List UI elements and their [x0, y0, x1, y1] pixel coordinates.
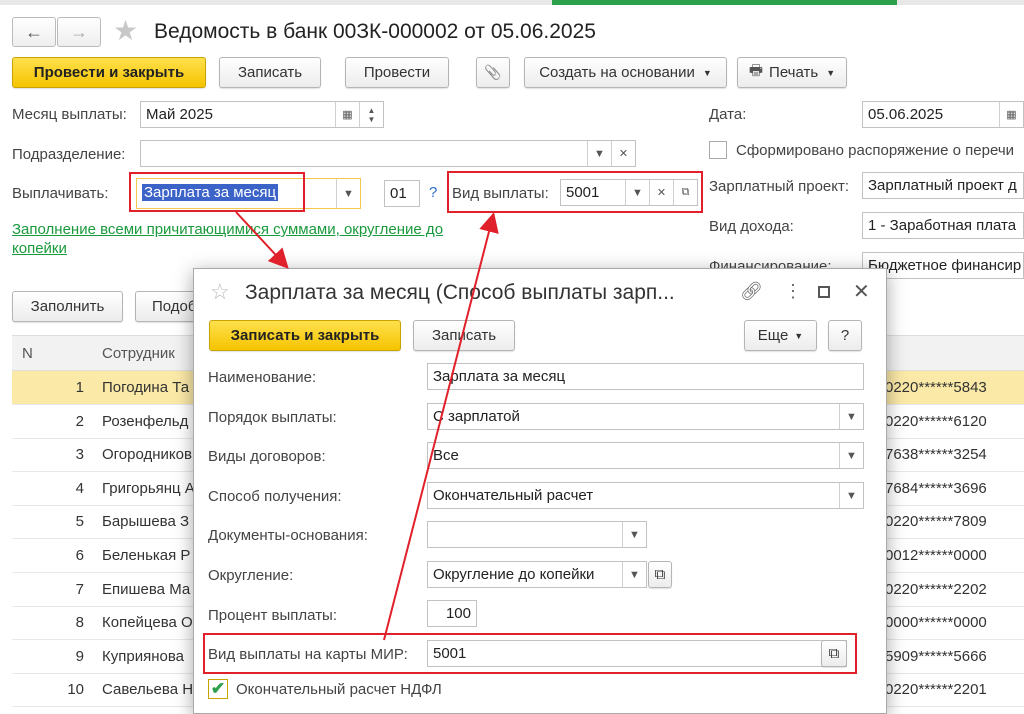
document-window: ← → ★ Ведомость в банк 00ЗК-000002 от 05…	[0, 0, 1024, 714]
arrow-to-pay-type	[383, 212, 499, 641]
annotation-arrows	[235, 211, 499, 641]
arrow-to-dialog	[235, 211, 289, 269]
